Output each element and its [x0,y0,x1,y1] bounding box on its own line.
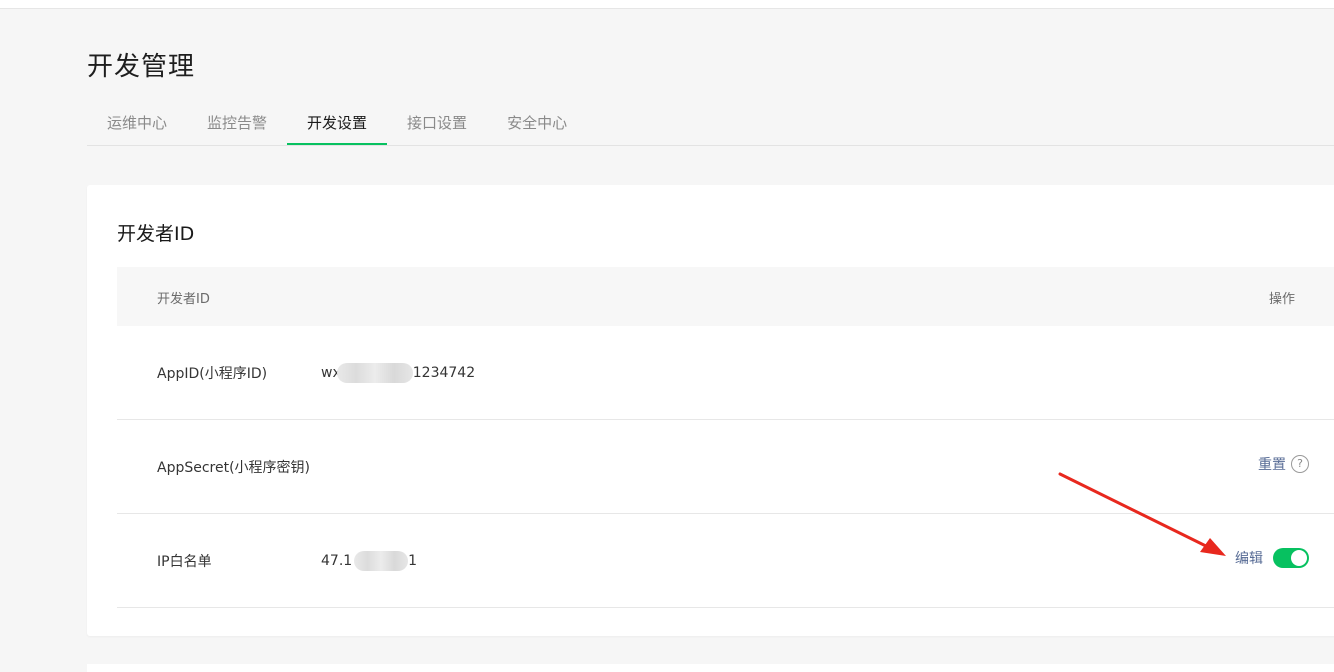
ip-whitelist-value: 47.1 1 [321,551,417,571]
appid-label: AppID(小程序ID) [157,366,268,382]
next-card-edge [87,664,1334,672]
appid-value: wx 1234742 [321,363,475,383]
table-row-ip-whitelist: IP白名单 47.1 1 编辑 [117,514,1334,608]
reset-button[interactable]: 重置 [1258,454,1286,474]
page: 开发管理 运维中心 监控告警 开发设置 接口设置 安全中心 开发者ID 开发者I… [0,0,1334,672]
developer-id-table: 开发者ID 操作 AppID(小程序ID) wx 1234742 AppSecr… [117,267,1334,608]
header-developer-id: 开发者ID [157,292,210,307]
ip-suffix: 1 [408,553,418,569]
appsecret-label: AppSecret(小程序密钥) [157,460,311,476]
appsecret-actions: 重置 ? [1258,454,1309,474]
ip-whitelist-toggle[interactable] [1273,548,1309,568]
toggle-knob [1291,550,1307,566]
appid-suffix: 1234742 [412,365,476,381]
table-row-appid: AppID(小程序ID) wx 1234742 [117,326,1334,420]
tab-monitoring-alerts[interactable]: 监控告警 [187,102,287,145]
tab-security-center[interactable]: 安全中心 [487,102,587,145]
tab-api-settings[interactable]: 接口设置 [387,102,487,145]
table-row-appsecret: AppSecret(小程序密钥) 重置 ? [117,420,1334,514]
top-bar [0,0,1334,9]
edit-button[interactable]: 编辑 [1235,548,1263,568]
ip-whitelist-label: IP白名单 [157,554,212,570]
header-actions: 操作 [1269,292,1296,307]
redacted-blur [354,551,409,571]
ip-prefix: 47.1 [321,553,353,569]
developer-id-card: 开发者ID 开发者ID 操作 AppID(小程序ID) wx 1234742 A… [87,185,1334,636]
tab-ops-center[interactable]: 运维中心 [87,102,187,145]
tab-dev-settings[interactable]: 开发设置 [287,102,388,145]
ip-whitelist-actions: 编辑 [1235,548,1309,568]
question-circle-icon[interactable]: ? [1291,455,1309,473]
table-header: 开发者ID 操作 [117,267,1334,326]
tab-bar: 运维中心 监控告警 开发设置 接口设置 安全中心 [87,102,1334,146]
page-title: 开发管理 [87,52,196,82]
redacted-blur [336,363,413,383]
card-title: 开发者ID [117,223,195,245]
